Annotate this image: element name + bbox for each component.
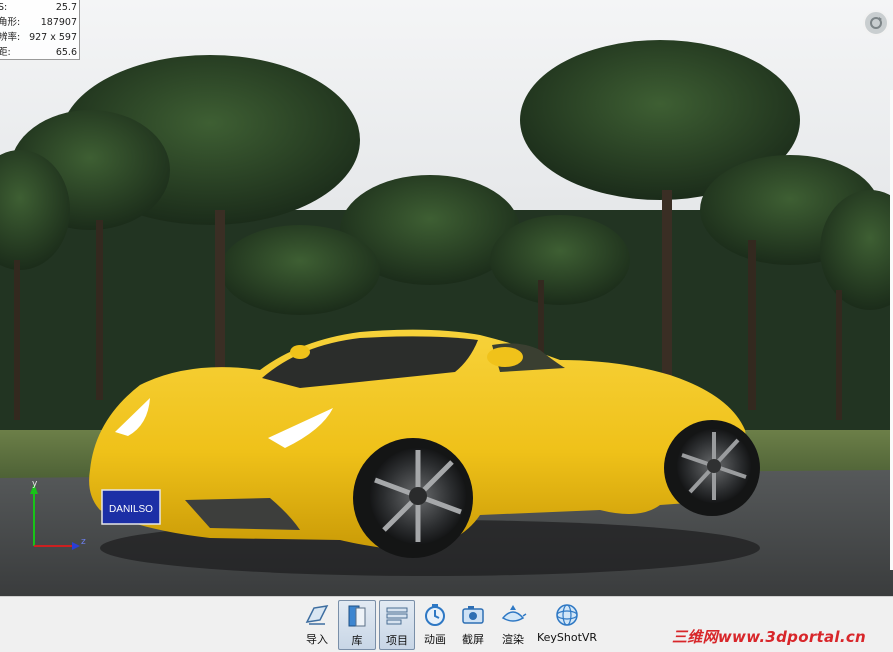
rotate-icon: [870, 17, 882, 29]
stats-overlay: S: 25.7 角形: 187907 辨率: 927 x 597 距: 65.6: [0, 0, 80, 60]
keyshotvr-icon: [556, 604, 578, 626]
toolbar-render-button[interactable]: 渲染: [494, 600, 532, 650]
site-watermark: 三维网www.3dportal.cn: [672, 628, 867, 646]
render-viewport[interactable]: DANILSO S: 25.7 角形: 187907 辨率: 927 x 597 距:…: [0, 0, 893, 596]
stats-row-resolution: 辨率: 927 x 597: [0, 32, 77, 43]
axis-y-label: y: [32, 479, 38, 489]
stats-row-focal-distance: 距: 65.6: [0, 47, 77, 58]
camera-reset-button[interactable]: [863, 10, 889, 36]
screenshot-icon: [462, 606, 484, 624]
toolbar-keyshotvr-button[interactable]: KeyShotVR: [536, 600, 598, 650]
render-icon: [501, 605, 527, 622]
toolbar-screenshot-button[interactable]: 截屏: [456, 600, 490, 650]
toolbar-project-button[interactable]: 项目: [379, 600, 415, 650]
stats-row-triangles: 角形: 187907: [0, 17, 77, 28]
import-icon: [305, 605, 329, 625]
toolbar-library-button[interactable]: 库: [338, 600, 376, 650]
library-icon: [348, 605, 366, 627]
scene-render: DANILSO: [0, 40, 893, 596]
stats-row-fps: S: 25.7: [0, 2, 77, 13]
axis-gizmo: y z: [24, 478, 94, 558]
license-plate-text: DANILSO: [109, 504, 153, 515]
animation-icon: [425, 604, 445, 626]
project-icon: [386, 607, 408, 625]
toolbar-import-button[interactable]: 导入: [300, 600, 334, 650]
toolbar-animation-button[interactable]: 动画: [418, 600, 452, 650]
axis-z-label: z: [81, 537, 86, 547]
